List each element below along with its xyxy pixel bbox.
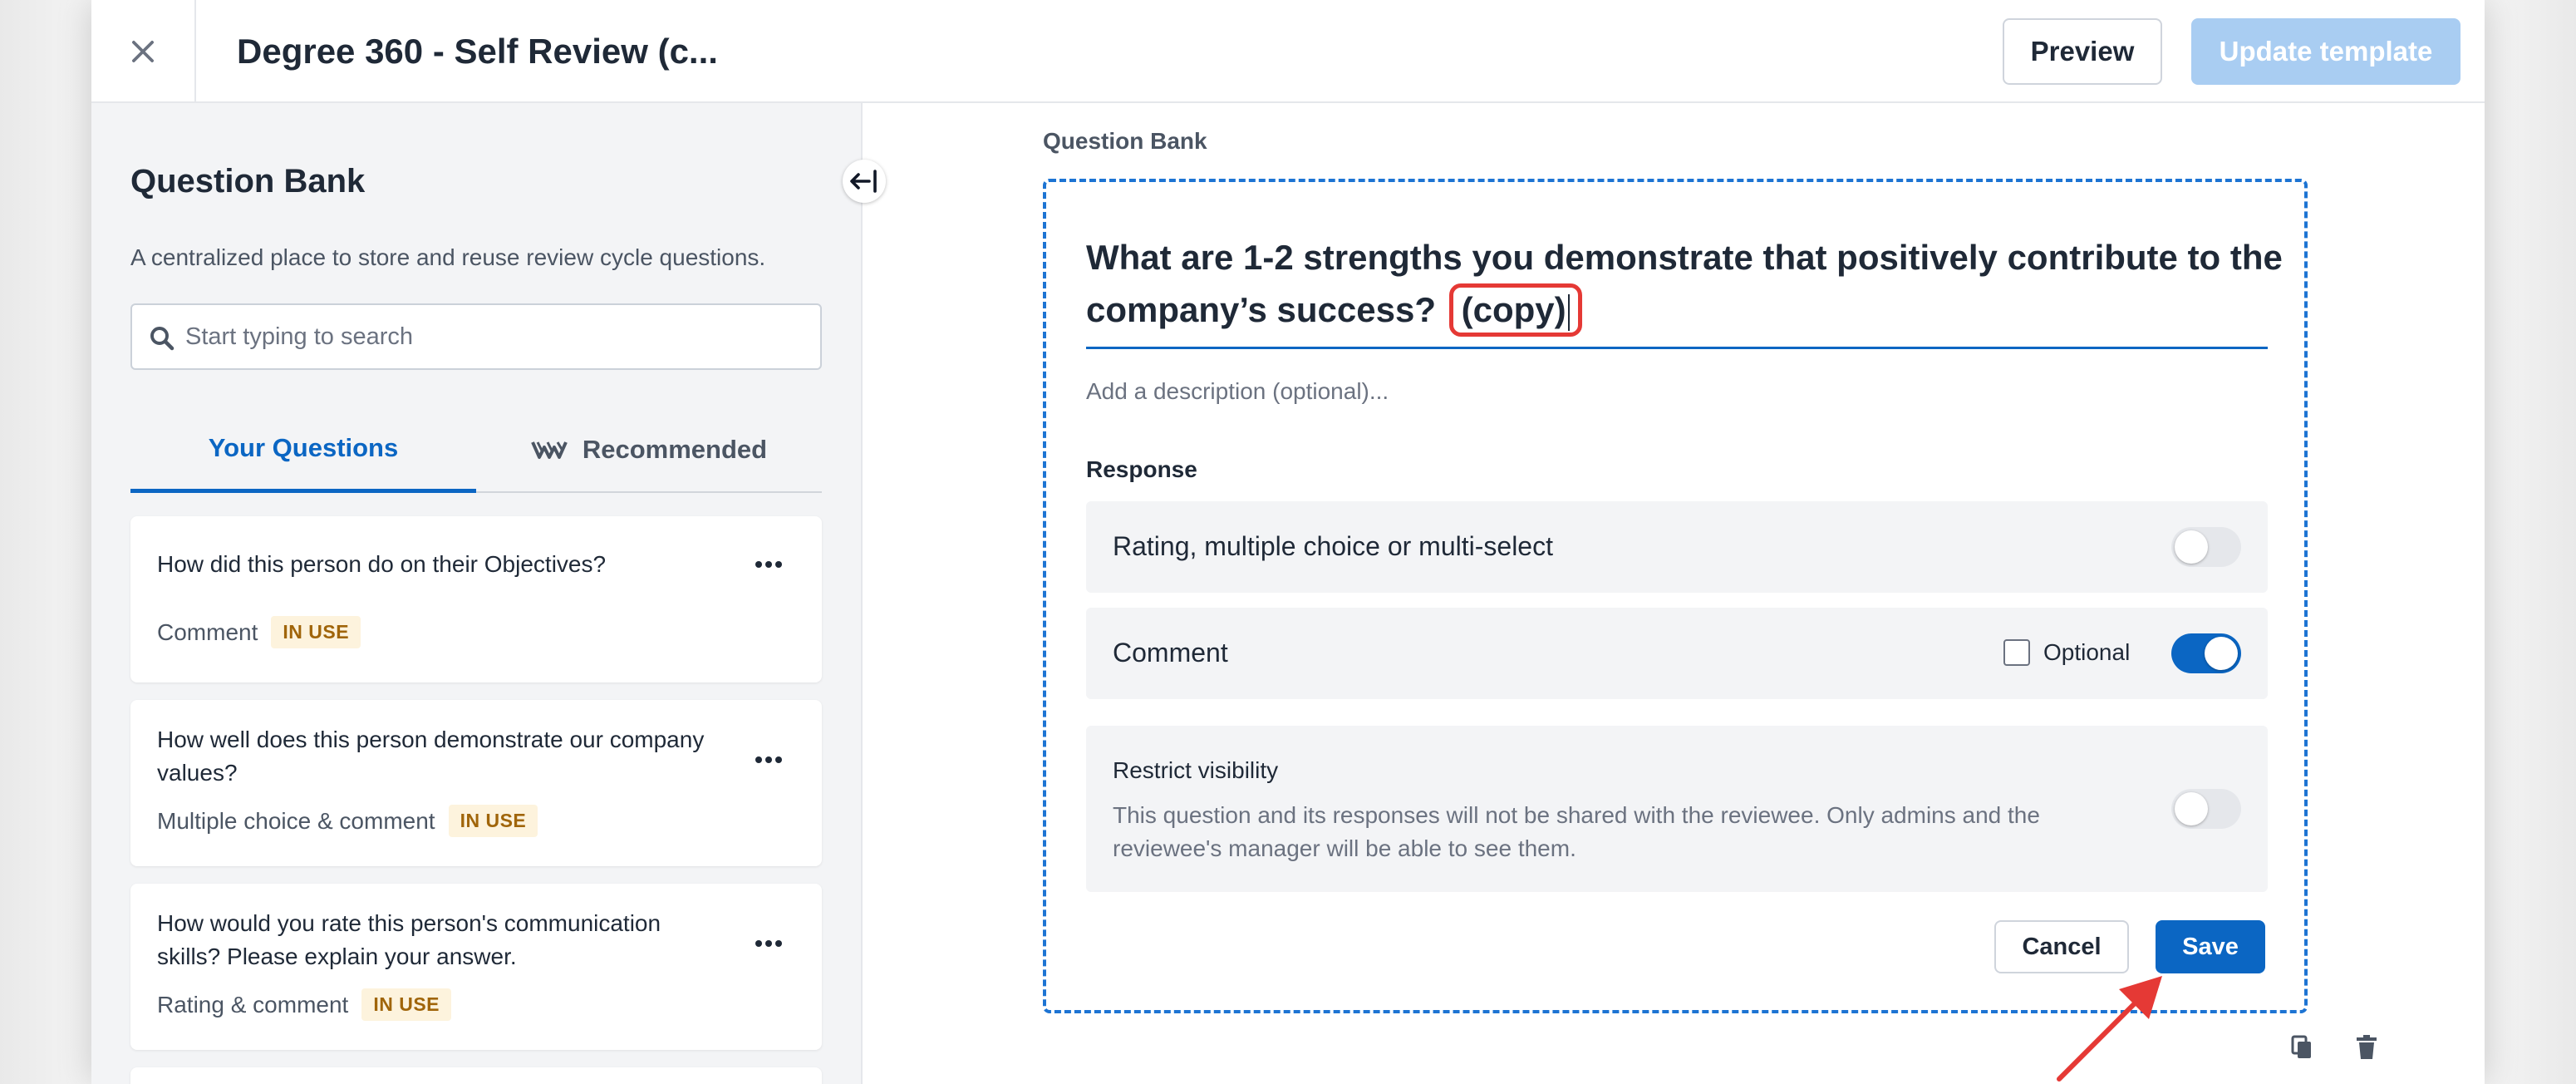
recommended-logo-icon: [531, 441, 568, 459]
question-title-text: What are 1-2 strengths you demonstrate t…: [1086, 238, 2283, 329]
question-card[interactable]: How well does this person demonstrate ou…: [130, 700, 822, 866]
optional-checkbox[interactable]: Optional: [2003, 639, 2130, 666]
more-options-button[interactable]: [745, 743, 792, 776]
copy-suffix-highlight: (copy): [1448, 283, 1582, 337]
search-input[interactable]: [185, 305, 800, 368]
question-card-text: How did this person do on their Objectiv…: [157, 551, 607, 577]
toggle-knob: [2205, 637, 2238, 670]
copy-icon: [2291, 1035, 2311, 1058]
close-button[interactable]: [91, 0, 196, 103]
more-horizontal-icon: [755, 756, 782, 763]
tab-label: Recommended: [582, 435, 768, 464]
search-box: [130, 303, 822, 370]
question-card-meta: Multiple choice & comment IN USE: [157, 805, 538, 837]
checkbox-box[interactable]: [2003, 639, 2030, 666]
cancel-button[interactable]: Cancel: [1994, 920, 2129, 973]
more-options-button[interactable]: [745, 548, 792, 581]
restrict-visibility-description: This question and its responses will not…: [1113, 802, 2040, 861]
restrict-visibility-option: Restrict visibility This question and it…: [1086, 726, 2268, 892]
search-icon: [150, 327, 175, 351]
save-button[interactable]: Save: [2156, 920, 2265, 973]
question-editor-area: Question Bank 2 What are 1-2 strengths y…: [864, 103, 2485, 1084]
preview-button[interactable]: Preview: [2003, 18, 2162, 85]
more-horizontal-icon: [755, 561, 782, 568]
trash-icon: [2357, 1035, 2377, 1059]
toggle-knob: [2175, 530, 2208, 564]
question-card-text: How well does this person demonstrate ou…: [157, 727, 705, 786]
question-bank-title: Question Bank: [130, 163, 366, 200]
close-icon: [132, 41, 154, 62]
question-card[interactable]: How would you rate this person's communi…: [130, 884, 822, 1050]
arrow-left-to-bar-icon: [850, 170, 877, 193]
response-option-comment: Comment Optional: [1086, 608, 2268, 699]
text-caret: [1567, 293, 1570, 331]
response-option-rating: Rating, multiple choice or multi-select: [1086, 501, 2268, 593]
question-tabs: Your Questions Recommended: [130, 406, 822, 493]
more-options-button[interactable]: [745, 927, 792, 960]
in-use-badge: IN USE: [361, 988, 452, 1021]
more-horizontal-icon: [755, 940, 782, 947]
toggle-knob: [2175, 792, 2208, 825]
tab-label: Your Questions: [208, 432, 399, 462]
response-option-label: Rating, multiple choice or multi-select: [1113, 531, 1553, 561]
tab-your-questions[interactable]: Your Questions: [130, 406, 476, 493]
collapse-panel-button[interactable]: [843, 160, 886, 203]
modal-header: Degree 360 - Self Review (c... Preview U…: [91, 0, 2485, 103]
duplicate-button[interactable]: [2285, 1031, 2318, 1064]
comment-toggle[interactable]: [2171, 633, 2241, 673]
response-label: Response: [1086, 456, 1197, 482]
response-option-label: Comment: [1113, 638, 1228, 668]
question-bank-description: A centralized place to store and reuse r…: [130, 244, 766, 270]
description-input[interactable]: [1086, 367, 2268, 416]
question-type: Comment: [157, 618, 258, 645]
title-underline: [1086, 347, 2268, 349]
question-card[interactable]: [130, 1067, 822, 1084]
copy-suffix: (copy): [1461, 290, 1566, 329]
question-card-meta: Comment IN USE: [157, 616, 361, 648]
question-card-meta: Rating & comment IN USE: [157, 988, 452, 1021]
section-label: Question Bank: [1043, 128, 1207, 154]
in-use-badge: IN USE: [271, 616, 361, 648]
question-bank-panel: Question Bank A centralized place to sto…: [91, 103, 863, 1084]
restrict-visibility-title: Restrict visibility: [1113, 757, 1279, 783]
question-title-input[interactable]: What are 1-2 strengths you demonstrate t…: [1086, 232, 2283, 337]
delete-button[interactable]: [2350, 1031, 2383, 1064]
question-card-text: How would you rate this person's communi…: [157, 910, 661, 969]
question-type: Multiple choice & comment: [157, 807, 435, 834]
optional-label: Optional: [2043, 639, 2131, 665]
page-title: Degree 360 - Self Review (c...: [237, 32, 718, 71]
question-edit-box: What are 1-2 strengths you demonstrate t…: [1043, 179, 2308, 1013]
question-card[interactable]: How did this person do on their Objectiv…: [130, 516, 822, 682]
restrict-visibility-toggle[interactable]: [2171, 789, 2241, 829]
question-type: Rating & comment: [157, 991, 349, 1017]
template-editor-modal: Degree 360 - Self Review (c... Preview U…: [91, 0, 2485, 1084]
tab-recommended[interactable]: Recommended: [476, 406, 822, 493]
rating-toggle[interactable]: [2171, 527, 2241, 567]
update-template-button[interactable]: Update template: [2191, 18, 2460, 85]
in-use-badge: IN USE: [448, 805, 538, 837]
